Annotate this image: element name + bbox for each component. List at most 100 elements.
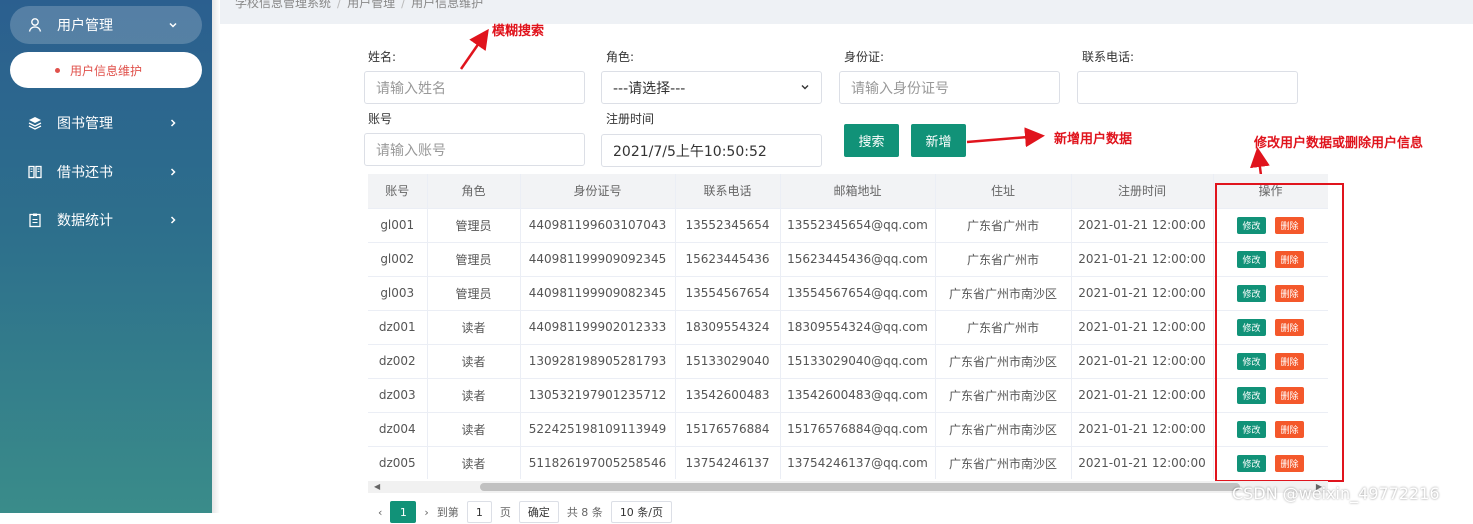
sidebar-item-label: 图书管理 [57, 116, 113, 132]
idcard-input[interactable]: 请输入身份证号 [839, 71, 1060, 104]
clipboard-icon [26, 211, 44, 229]
next-page-icon[interactable]: › [424, 506, 428, 519]
table-cell: 2021-01-21 12:00:00 [1071, 412, 1214, 447]
table-cell: 13542600483@qq.com [780, 378, 936, 413]
table-cell: 18309554324@qq.com [780, 310, 936, 345]
role-select[interactable]: ---请选择--- [601, 71, 822, 104]
fuzzy-search-arrow [459, 28, 489, 70]
prev-page-icon[interactable]: ‹ [378, 506, 382, 519]
sidebar-subitem-label: 用户信息维护 [70, 63, 143, 78]
watermark: CSDN @weixin_49772216 [1232, 484, 1440, 503]
idcard-label: 身份证: [844, 50, 885, 64]
table-cell: 2021-01-21 12:00:00 [1071, 344, 1214, 379]
table-cell: 管理员 [427, 208, 521, 243]
table-cell: dz002 [368, 344, 428, 379]
search-button[interactable]: 搜索 [844, 124, 899, 157]
breadcrumb-item[interactable]: 用户管理 [347, 0, 395, 10]
table-cell: gl003 [368, 276, 428, 311]
table-cell: 522425198109113949 [520, 412, 676, 447]
column-header: 住址 [935, 174, 1072, 209]
sidebar-item-borrow-return[interactable]: 借书还书 [10, 153, 202, 191]
table-cell: 读者 [427, 412, 521, 447]
chevron-right-icon [166, 116, 180, 130]
scrollbar-thumb[interactable] [480, 483, 1240, 491]
table-cell: 广东省广州市南沙区 [935, 344, 1072, 379]
table-cell: 15133029040 [675, 344, 781, 379]
regtime-input[interactable]: 2021/7/5上午10:50:52 [601, 134, 822, 167]
table-cell: 440981199909092345 [520, 242, 676, 277]
name-input[interactable]: 请输入姓名 [364, 71, 585, 104]
table-cell: 13554567654@qq.com [780, 276, 936, 311]
table-cell: 15623445436@qq.com [780, 242, 936, 277]
sidebar-item-label: 借书还书 [57, 165, 113, 181]
column-header: 账号 [368, 174, 428, 209]
sidebar-subitem-user-info[interactable]: 用户信息维护 [10, 52, 202, 88]
sidebar-item-label: 数据统计 [57, 213, 113, 229]
table-cell: 广东省广州市南沙区 [935, 276, 1072, 311]
table-cell: dz004 [368, 412, 428, 447]
chevron-down-icon [800, 80, 810, 96]
add-user-annotation: 新增用户数据 [1054, 132, 1133, 147]
table-cell: 130928198905281793 [520, 344, 676, 379]
add-user-arrow [966, 127, 1045, 148]
sidebar-item-user-management[interactable]: 用户管理 [10, 6, 202, 44]
table-cell: 管理员 [427, 276, 521, 311]
sidebar-item-statistics[interactable]: 数据统计 [10, 201, 202, 239]
chevron-right-icon [166, 213, 180, 227]
phone-label: 联系电话: [1082, 50, 1135, 64]
table-cell: 13554567654 [675, 276, 781, 311]
page-number-input[interactable]: 1 [466, 501, 492, 523]
phone-input[interactable] [1077, 71, 1298, 104]
layers-icon [26, 114, 44, 132]
user-icon [26, 16, 44, 34]
table-cell: 管理员 [427, 242, 521, 277]
fuzzy-search-annotation: 模糊搜索 [492, 24, 545, 39]
table-cell: 13754246137@qq.com [780, 446, 936, 479]
column-header: 联系电话 [675, 174, 781, 209]
table-cell: 广东省广州市 [935, 310, 1072, 345]
table-cell: 广东省广州市南沙区 [935, 412, 1072, 447]
sidebar-item-label: 用户管理 [57, 18, 113, 34]
horizontal-scrollbar[interactable]: ◀ ▶ [368, 481, 1328, 493]
book-icon [26, 163, 44, 181]
add-button[interactable]: 新增 [911, 124, 966, 157]
table-row: gl003 管理员 440981199909082345 13554567654 135… [368, 276, 1328, 311]
column-header: 注册时间 [1071, 174, 1214, 209]
breadcrumb-item[interactable]: 学校信息管理系统 [235, 0, 331, 10]
table-row: dz001 读者 440981199902012333 18309554324 1830… [368, 310, 1328, 345]
edit-delete-annotation: 修改用户数据或删除用户信息 [1254, 136, 1424, 151]
breadcrumb: 学校信息管理系统 / 用户管理 / 用户信息维护 [235, 0, 483, 11]
user-table: 账号 角色 身份证号 联系电话 邮箱地址 住址 注册时间 操作 gl001 管理员 4409811… [368, 174, 1328, 479]
sidebar-item-book-management[interactable]: 图书管理 [10, 104, 202, 142]
table-body: gl001 管理员 440981199603107043 13552345654 135… [368, 208, 1328, 479]
table-cell: 15623445436 [675, 242, 781, 277]
role-label: 角色: [606, 50, 635, 64]
table-row: dz005 读者 511826197005258546 13754246137 1375… [368, 446, 1328, 479]
operations-highlight-box [1215, 183, 1344, 482]
table-cell: gl002 [368, 242, 428, 277]
table-cell: 130532197901235712 [520, 378, 676, 413]
pagination: ‹ 1 › 到第 1 页 确定 共 8 条 10 条/页 [378, 500, 673, 524]
active-dot-icon [55, 67, 60, 73]
table-row: gl001 管理员 440981199603107043 13552345654 135… [368, 208, 1328, 243]
breadcrumb-item: 用户信息维护 [411, 0, 484, 10]
table-cell: dz005 [368, 446, 428, 479]
table-cell: 2021-01-21 12:00:00 [1071, 310, 1214, 345]
table-cell: 广东省广州市南沙区 [935, 378, 1072, 413]
table-row: dz003 读者 130532197901235712 13542600483 1354… [368, 378, 1328, 413]
table-cell: dz001 [368, 310, 428, 345]
table-row: dz002 读者 130928198905281793 15133029040 1513… [368, 344, 1328, 379]
regtime-label: 注册时间 [606, 112, 655, 126]
page-size-select[interactable]: 10 条/页 [610, 501, 673, 523]
goto-label: 到第 [436, 506, 459, 519]
table-cell: 13754246137 [675, 446, 781, 479]
table-cell: dz003 [368, 378, 428, 413]
page-current[interactable]: 1 [390, 501, 417, 523]
scroll-left-icon[interactable]: ◀ [374, 482, 380, 491]
table-cell: 2021-01-21 12:00:00 [1071, 276, 1214, 311]
table-cell: 广东省广州市南沙区 [935, 446, 1072, 479]
table-cell: 2021-01-21 12:00:00 [1071, 208, 1214, 243]
chevron-down-icon [166, 18, 180, 32]
account-input[interactable]: 请输入账号 [364, 133, 585, 166]
goto-confirm-button[interactable]: 确定 [518, 501, 559, 523]
